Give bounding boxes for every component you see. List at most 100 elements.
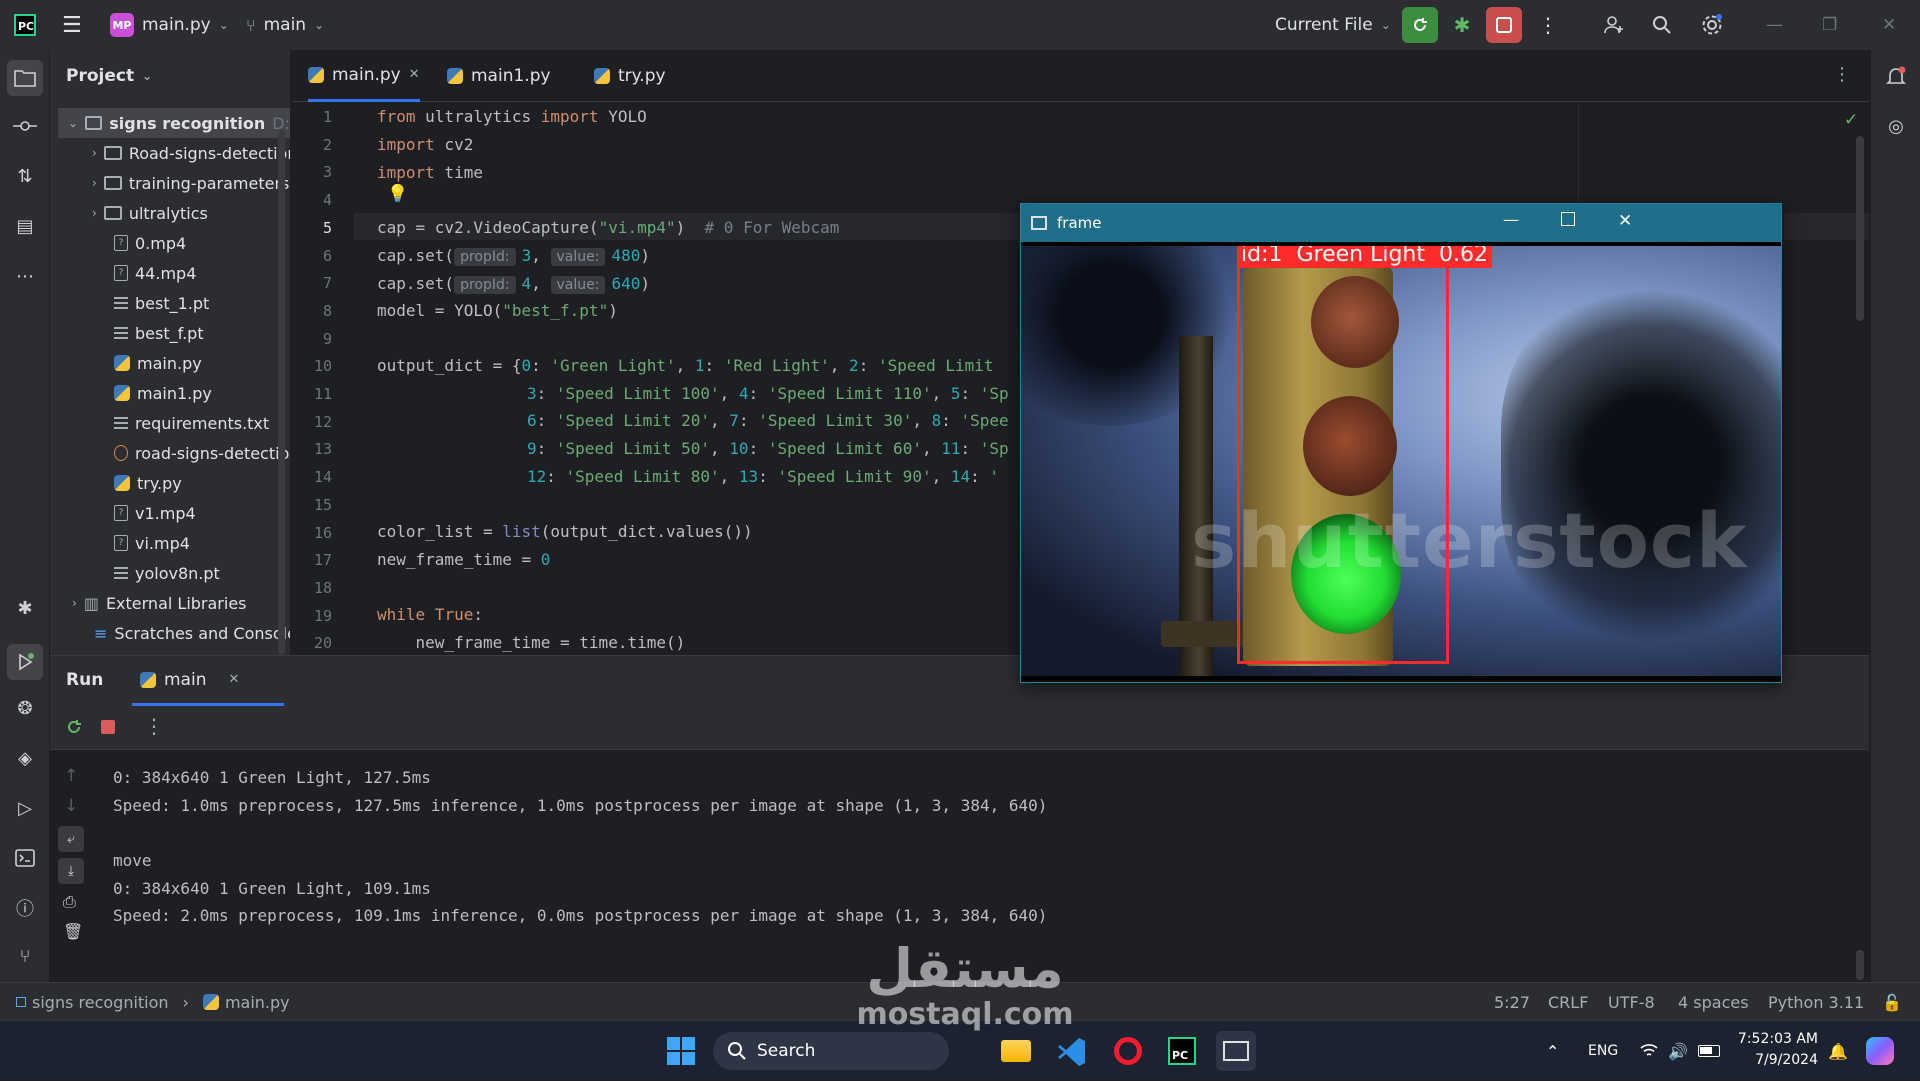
problems-icon[interactable]: ⓘ xyxy=(11,894,39,922)
run-config-selector[interactable]: Current File ⌄ xyxy=(1275,15,1391,35)
frame-close-icon[interactable]: ✕ xyxy=(1618,211,1632,231)
opera-browser-icon[interactable] xyxy=(1108,1031,1148,1071)
battery-icon[interactable] xyxy=(1698,1021,1720,1081)
caret-position[interactable]: 5:27 xyxy=(1494,983,1530,1021)
more-tools-icon[interactable]: ⋯ xyxy=(11,262,39,290)
structure-icon[interactable]: ▤ xyxy=(11,212,39,240)
frame-title-bar[interactable]: frame — ✕ xyxy=(1021,204,1781,242)
tree-item[interactable]: ? 44.mp4 xyxy=(114,258,196,288)
debug-button[interactable]: ✱ xyxy=(1444,7,1480,43)
editor-scrollbar[interactable] xyxy=(1856,136,1864,321)
tab-options-icon[interactable]: ⋮ xyxy=(1833,64,1851,85)
pycharm-taskbar-icon[interactable]: PC xyxy=(1162,1031,1202,1071)
stop-button[interactable] xyxy=(1486,7,1522,43)
tree-scratches[interactable]: ≡ Scratches and Consoles xyxy=(94,618,290,648)
tree-item[interactable]: best_1.pt xyxy=(114,288,209,318)
python-packages-icon[interactable]: ◈ xyxy=(11,744,39,772)
tab-main1-py[interactable]: main1.py xyxy=(447,50,551,102)
services-icon[interactable]: ▷ xyxy=(11,794,39,822)
close-tab-icon[interactable]: ✕ xyxy=(228,672,239,687)
tree-item[interactable]: › ultralytics xyxy=(92,198,208,228)
copilot-icon[interactable] xyxy=(1866,1021,1894,1081)
python-console-icon[interactable]: ❂ xyxy=(11,694,39,722)
line-separator[interactable]: CRLF xyxy=(1548,983,1588,1021)
windows-start-icon[interactable] xyxy=(661,1031,701,1071)
more-actions-icon[interactable]: ⋮ xyxy=(1530,7,1566,43)
settings-gear-icon[interactable] xyxy=(1694,7,1730,43)
tree-item[interactable]: road-signs-detection xyxy=(114,438,290,468)
volume-icon[interactable]: 🔊 xyxy=(1668,1021,1688,1081)
tree-item[interactable]: › Road-signs-detection xyxy=(92,138,290,168)
rerun-button[interactable] xyxy=(1402,7,1438,43)
tree-item[interactable]: best_f.pt xyxy=(114,318,204,348)
close-window-icon[interactable]: ✕ xyxy=(1882,15,1896,35)
scroll-down-arrow-icon[interactable]: ↓ xyxy=(64,796,78,816)
branch-switcher[interactable]: ⑂ main ⌄ xyxy=(246,15,324,35)
file-encoding[interactable]: UTF-8 xyxy=(1608,983,1655,1021)
project-panel-header[interactable]: Project ⌄ xyxy=(50,50,290,102)
add-user-icon[interactable] xyxy=(1596,7,1632,43)
python-interpreter[interactable]: Python 3.11 xyxy=(1768,983,1864,1021)
tree-item[interactable]: main1.py xyxy=(114,378,212,408)
tree-item[interactable]: ? 0.mp4 xyxy=(114,228,186,258)
wifi-icon[interactable] xyxy=(1640,1021,1658,1081)
trash-icon[interactable]: 🗑 xyxy=(63,922,83,941)
vscode-icon[interactable] xyxy=(1052,1031,1092,1071)
tree-root[interactable]: ⌄ signs recognition D: xyxy=(58,108,290,138)
tab-main-py[interactable]: main.py ✕ xyxy=(308,50,420,102)
project-tool-folder-icon[interactable] xyxy=(7,60,43,96)
stop-icon[interactable] xyxy=(101,720,115,734)
tree-external-libraries[interactable]: › ▥ External Libraries xyxy=(72,588,247,618)
commit-icon[interactable] xyxy=(11,112,39,140)
minimize-window-icon[interactable]: — xyxy=(1766,15,1783,35)
more-options-icon[interactable]: ⋮ xyxy=(144,714,164,738)
opencv-window-taskbar-icon[interactable] xyxy=(1216,1031,1256,1071)
notifications-bell-icon[interactable] xyxy=(1882,62,1910,90)
folder-icon xyxy=(85,116,103,130)
rerun-icon[interactable] xyxy=(64,717,84,741)
tree-item[interactable]: › training-parameters xyxy=(92,168,289,198)
lock-icon[interactable]: 🔓 xyxy=(1882,983,1902,1021)
project-scrollbar[interactable] xyxy=(278,130,285,655)
frame-minimize-icon[interactable]: — xyxy=(1503,210,1519,229)
code-token: , xyxy=(921,439,942,458)
tab-try-py[interactable]: try.py xyxy=(594,50,666,102)
run-tab-main[interactable]: main ✕ xyxy=(132,656,284,706)
taskbar-search-box[interactable]: Search xyxy=(713,1032,949,1070)
tree-item[interactable]: main.py xyxy=(114,348,202,378)
indent-setting[interactable]: 4 spaces xyxy=(1678,983,1749,1021)
console-scrollbar[interactable] xyxy=(1856,950,1864,980)
main-menu-icon[interactable]: ☰ xyxy=(62,13,82,38)
scroll-up-arrow-icon[interactable]: ↑ xyxy=(64,766,78,786)
breadcrumb[interactable]: signs recognition › main.py xyxy=(16,983,290,1021)
debug-tool-bug-icon[interactable]: ✱ xyxy=(11,594,39,622)
tray-overflow-chevron-icon[interactable]: ⌃ xyxy=(1546,1021,1559,1081)
print-icon[interactable]: ⎙ xyxy=(63,892,76,912)
opencv-frame-window[interactable]: frame — ✕ shutterstock id:1 Green Light … xyxy=(1020,203,1782,683)
intention-lightbulb-icon[interactable]: 💡 xyxy=(387,184,408,204)
tree-item[interactable]: yolov8n.pt xyxy=(114,558,220,588)
git-icon[interactable]: ⑂ xyxy=(11,942,39,970)
run-tool-icon[interactable] xyxy=(7,644,43,680)
inspection-ok-check-icon[interactable]: ✓ xyxy=(1844,110,1858,130)
tree-item[interactable]: ? vi.mp4 xyxy=(114,528,190,558)
frame-maximize-icon[interactable] xyxy=(1561,212,1575,226)
search-icon[interactable] xyxy=(1644,7,1680,43)
tree-item-label: ultralytics xyxy=(128,203,208,223)
pycharm-logo-icon[interactable]: PC xyxy=(14,14,36,36)
taskbar-clock[interactable]: 7:52:03 AM 7/9/2024 xyxy=(1730,1029,1818,1071)
terminal-icon[interactable] xyxy=(11,844,39,872)
soft-wrap-icon[interactable]: ⤶ xyxy=(58,826,84,852)
pull-requests-icon[interactable]: ⇅ xyxy=(11,162,39,190)
close-tab-icon[interactable]: ✕ xyxy=(409,67,420,82)
restore-window-icon[interactable]: ❐ xyxy=(1822,15,1837,35)
notification-bell-icon[interactable]: 🔔 xyxy=(1828,1021,1848,1081)
tree-item[interactable]: try.py xyxy=(114,468,182,498)
ai-assistant-icon[interactable]: ◎ xyxy=(1882,112,1910,140)
language-indicator[interactable]: ENG xyxy=(1588,1021,1618,1081)
tree-item[interactable]: ? v1.mp4 xyxy=(114,498,196,528)
tree-item[interactable]: requirements.txt xyxy=(114,408,269,438)
scroll-to-end-icon[interactable]: ⤓ xyxy=(58,858,84,884)
project-switcher[interactable]: MP main.py ⌄ xyxy=(110,13,229,37)
file-explorer-icon[interactable] xyxy=(996,1031,1036,1071)
